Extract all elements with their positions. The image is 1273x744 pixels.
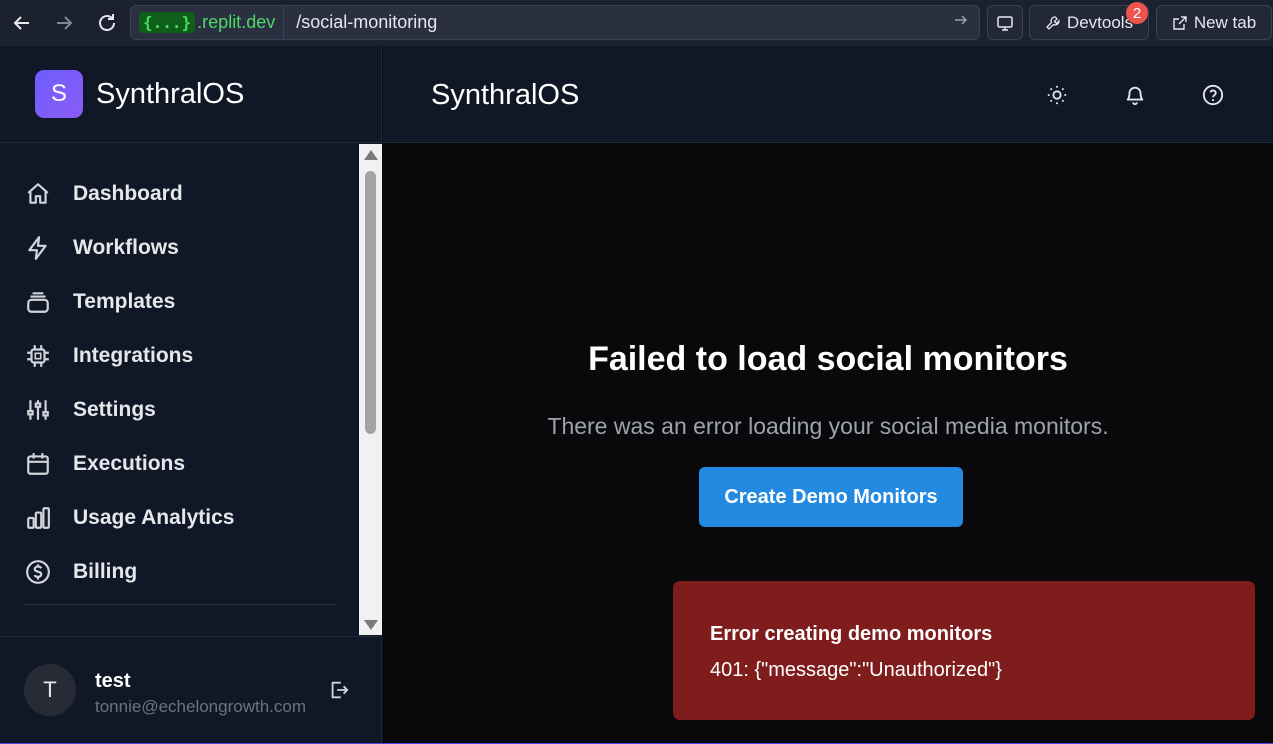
create-demo-monitors-button[interactable]: Create Demo Monitors: [699, 467, 963, 527]
logout-icon[interactable]: [328, 679, 350, 706]
avatar[interactable]: T: [24, 664, 76, 716]
host-badge: {...}: [139, 12, 196, 33]
sun-icon[interactable]: [1045, 83, 1069, 107]
address-bar[interactable]: {...} .replit.dev /social-monitoring: [130, 5, 980, 40]
host-domain: .replit.dev: [197, 12, 276, 32]
scroll-up-arrow[interactable]: [364, 150, 378, 160]
sidebar-item-label: Executions: [73, 452, 186, 475]
wrench-icon: [1046, 15, 1060, 30]
arrow-left-icon: [13, 16, 29, 30]
scroll-down-arrow[interactable]: [364, 620, 378, 630]
forward-button[interactable]: [44, 0, 84, 46]
page-header: SynthralOS: [383, 46, 1273, 143]
calendar-icon: [24, 450, 52, 478]
user-email: tonnie@echelongrowth.com: [95, 697, 306, 716]
sidebar-brand[interactable]: S SynthralOS: [0, 46, 381, 143]
sidebar-item-templates[interactable]: Templates: [24, 282, 175, 322]
user-name: test: [95, 670, 131, 692]
sidebar-item-integrations[interactable]: Integrations: [24, 336, 193, 376]
back-button[interactable]: [2, 0, 42, 46]
error-toast[interactable]: Error creating demo monitors 401: {"mess…: [673, 581, 1255, 720]
scroll-thumb[interactable]: [365, 171, 376, 434]
chip-icon: [24, 342, 52, 370]
help-icon[interactable]: [1201, 83, 1225, 107]
sidebar-item-label: Integrations: [73, 344, 194, 367]
lightning-icon: [24, 234, 52, 262]
new-tab-button[interactable]: New tab: [1156, 5, 1272, 40]
toast-message: 401: {"message":"Unauthorized"}: [710, 659, 1002, 681]
sidebar-item-label: Templates: [73, 290, 176, 313]
brand-name: SynthralOS: [96, 77, 245, 110]
error-message: There was an error loading your social m…: [547, 413, 1109, 439]
reload-button[interactable]: [87, 0, 127, 46]
browser-toolbar: {...} .replit.dev /social-monitoring Dev…: [0, 0, 1273, 46]
bell-icon[interactable]: [1123, 83, 1147, 107]
reload-icon: [99, 14, 115, 31]
page-title: SynthralOS: [431, 79, 580, 111]
sidebar-nav: Dashboard Workflows Templates Integratio…: [0, 144, 359, 635]
sidebar-item-label: Billing: [73, 560, 138, 583]
devtools-label: Devtools: [1066, 12, 1134, 32]
user-panel: T test tonnie@echelongrowth.com: [0, 636, 382, 744]
sidebar-item-label: Settings: [73, 398, 156, 421]
arrow-right-icon: [57, 16, 73, 30]
url-host: {...} .replit.dev: [131, 6, 285, 39]
error-title: Failed to load social monitors: [588, 340, 1068, 378]
sidebar-scrollbar[interactable]: [359, 144, 382, 635]
new-tab-label: New tab: [1193, 12, 1257, 32]
main-content: Failed to load social monitors There was…: [383, 143, 1273, 744]
sidebar-item-executions[interactable]: Executions: [24, 444, 185, 484]
url-path: /social-monitoring: [296, 12, 438, 32]
sidebar-item-label: Workflows: [73, 236, 179, 259]
sidebar-item-settings[interactable]: Settings: [24, 390, 156, 430]
monitor-icon: [997, 15, 1013, 31]
device-view-button[interactable]: [987, 5, 1023, 40]
sidebar-item-label: Dashboard: [73, 182, 183, 205]
logo: S: [35, 70, 83, 118]
dollar-icon: [24, 558, 52, 586]
sidebar: S SynthralOS Dashboard Workflows Templat…: [0, 46, 382, 744]
sidebar-item-label: Usage Analytics: [73, 506, 235, 529]
stack-icon: [24, 288, 52, 316]
devtools-button[interactable]: Devtools 2: [1029, 2, 1149, 40]
bar-chart-icon: [24, 504, 52, 532]
nav-divider: [24, 604, 336, 605]
go-arrow-icon[interactable]: [953, 12, 969, 33]
sidebar-item-workflows[interactable]: Workflows: [24, 228, 179, 268]
sidebar-item-usage-analytics[interactable]: Usage Analytics: [24, 498, 234, 538]
sidebar-item-dashboard[interactable]: Dashboard: [24, 174, 183, 214]
sliders-icon: [24, 396, 52, 424]
external-link-icon: [1173, 15, 1187, 30]
sidebar-item-billing[interactable]: Billing: [24, 552, 137, 592]
home-icon: [24, 180, 52, 208]
toast-title: Error creating demo monitors: [710, 623, 993, 645]
devtools-count-badge: 2: [1126, 2, 1148, 24]
